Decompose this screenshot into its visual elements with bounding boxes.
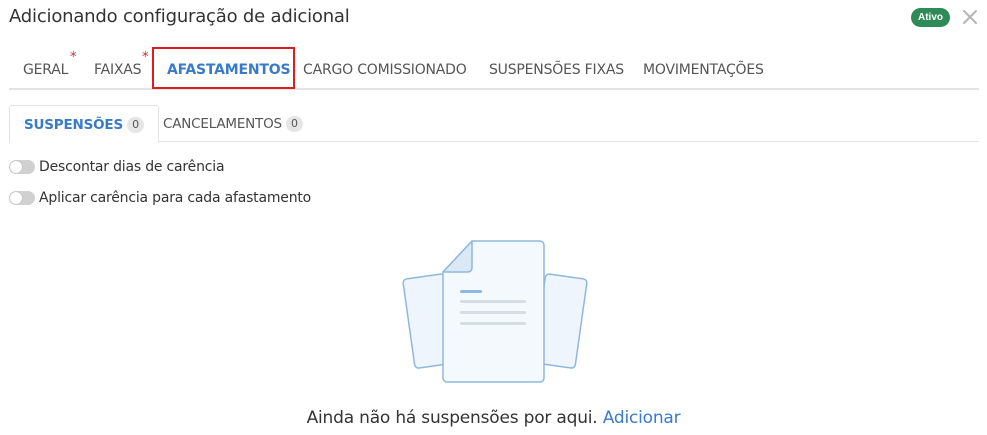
subtab-suspensoes[interactable]: SUSPENSÕES 0 bbox=[9, 105, 159, 143]
close-icon[interactable] bbox=[960, 7, 980, 27]
highlight-box bbox=[152, 47, 295, 89]
status-badge: Ativo bbox=[911, 8, 950, 27]
tab-label: FAIXAS bbox=[94, 62, 142, 78]
toggle-switch[interactable] bbox=[9, 160, 35, 174]
toggle-label: Aplicar carência para cada afastamento bbox=[39, 190, 312, 206]
toggle-aplicar-carencia[interactable]: Aplicar carência para cada afastamento bbox=[9, 188, 311, 208]
toggle-descontar-carencia[interactable]: Descontar dias de carência bbox=[9, 157, 225, 177]
empty-state-text: Ainda não há suspensões por aqui. bbox=[306, 408, 598, 428]
subtab-label: SUSPENSÕES bbox=[24, 117, 123, 133]
tab-label: MOVIMENTAÇÕES bbox=[643, 62, 764, 78]
dialog-header: Adicionando configuração de adicional At… bbox=[0, 0, 987, 40]
sub-tabs: SUSPENSÕES 0 CANCELAMENTOS 0 bbox=[9, 105, 979, 143]
add-link[interactable]: Adicionar bbox=[603, 408, 681, 428]
count-badge: 0 bbox=[285, 116, 303, 132]
tab-movimentacoes[interactable]: MOVIMENTAÇÕES bbox=[643, 47, 764, 90]
tab-label: CARGO COMISSIONADO bbox=[303, 62, 467, 78]
page-title: Adicionando configuração de adicional bbox=[9, 6, 350, 27]
empty-state-message: Ainda não há suspensões por aqui. Adicio… bbox=[0, 408, 987, 428]
tab-suspensoes-fixas[interactable]: SUSPENSÕES FIXAS bbox=[489, 47, 624, 90]
subtab-label: CANCELAMENTOS bbox=[163, 116, 282, 132]
tab-label: GERAL bbox=[23, 62, 69, 78]
subtab-cancelamentos[interactable]: CANCELAMENTOS 0 bbox=[149, 105, 317, 142]
toggle-switch[interactable] bbox=[9, 191, 35, 205]
tab-label: SUSPENSÕES FIXAS bbox=[489, 62, 624, 78]
document-stack-icon bbox=[400, 236, 590, 386]
tab-cargo-comissionado[interactable]: CARGO COMISSIONADO bbox=[303, 47, 467, 90]
count-badge: 0 bbox=[126, 117, 144, 133]
required-marker: * bbox=[142, 50, 149, 65]
required-marker: * bbox=[70, 50, 77, 65]
tab-geral[interactable]: GERAL * bbox=[23, 47, 77, 90]
toggle-label: Descontar dias de carência bbox=[39, 159, 225, 175]
tab-faixas[interactable]: FAIXAS * bbox=[94, 47, 149, 90]
